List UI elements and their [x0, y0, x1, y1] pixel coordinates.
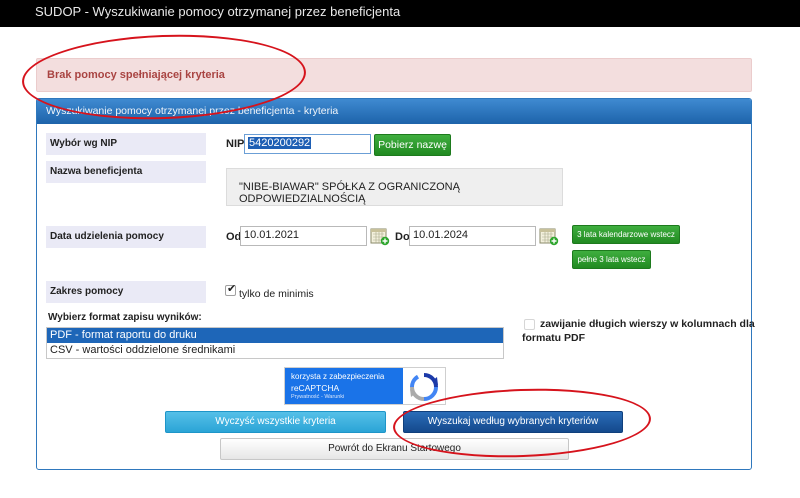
clear-criteria-button[interactable]: Wyczyść wszystkie kryteria [165, 411, 386, 433]
nip-input[interactable]: 5420200292 [244, 134, 371, 154]
alert-message: Brak pomocy spełniającej kryteria [47, 69, 225, 81]
date-from-value: 10.01.2021 [244, 229, 300, 241]
de-minimis-label: tylko de minimis [239, 288, 314, 300]
no-results-alert: Brak pomocy spełniającej kryteria [36, 58, 752, 92]
page-title: SUDOP - Wyszukiwanie pomocy otrzymanej p… [35, 4, 401, 19]
recaptcha-line3[interactable]: Prywatność - Warunki [291, 394, 344, 400]
nip-value: 5420200292 [248, 137, 312, 149]
date-from-input[interactable]: 10.01.2021 [240, 226, 367, 246]
beneficiary-label: Nazwa beneficjenta [50, 166, 143, 177]
calendar-to-icon[interactable] [539, 226, 559, 246]
checkmark-icon: ✔ [227, 283, 237, 295]
panel-header-title: Wyszukiwanie pomocy otrzymanej przez ben… [46, 105, 339, 117]
scope-label-box: Zakres pomocy [46, 281, 206, 303]
beneficiary-name-value: "NIBE-BIAWAR" SPÓŁKA Z OGRANICZONĄ ODPOW… [239, 181, 460, 205]
fetch-name-button[interactable]: Pobierz nazwę [374, 134, 451, 156]
recaptcha-text-area: korzysta z zabezpieczenia reCAPTCHA Pryw… [285, 368, 403, 404]
panel-header: Wyszukiwanie pomocy otrzymanej przez ben… [37, 99, 751, 124]
date-label-box: Data udzielenia pomocy [46, 226, 206, 248]
date-to-input[interactable]: 10.01.2024 [409, 226, 536, 246]
back-to-start-button[interactable]: Powrót do Ekranu Startowego [220, 438, 569, 460]
format-section-label: Wybierz format zapisu wyników: [48, 312, 202, 323]
recaptcha-badge[interactable]: korzysta z zabezpieczenia reCAPTCHA Pryw… [284, 367, 446, 405]
nip-field-label: NIP [226, 138, 245, 150]
recaptcha-logo-icon [409, 373, 438, 401]
de-minimis-checkbox[interactable]: ✔ [225, 283, 237, 296]
format-option-csv[interactable]: CSV - wartości oddzielone średnikami [47, 343, 503, 358]
wrap-rows-checkbox[interactable] [524, 319, 535, 330]
nip-section-label: Wybór wg NIP [50, 138, 118, 149]
search-button[interactable]: Wyszukaj według wybranych kryteriów [403, 411, 623, 433]
format-listbox[interactable]: PDF - format raportu do druku CSV - wart… [46, 327, 504, 359]
format-option-pdf[interactable]: PDF - format raportu do druku [47, 328, 503, 343]
date-to-value: 10.01.2024 [413, 229, 469, 241]
calendar-years-back-button[interactable]: 3 lata kalendarzowe wstecz [572, 225, 680, 244]
full-years-back-button[interactable]: pełne 3 lata wstecz [572, 250, 651, 269]
date-section-label: Data udzielenia pomocy [50, 231, 164, 242]
wrap-rows-label-line1: zawijanie długich wierszy w kolumnach dl… [540, 318, 755, 330]
beneficiary-label-box: Nazwa beneficjenta [46, 161, 206, 183]
nip-label-box: Wybór wg NIP [46, 133, 206, 155]
calendar-from-icon[interactable] [370, 226, 390, 246]
date-from-label: Od [226, 231, 242, 243]
recaptcha-line1: korzysta z zabezpieczenia [291, 372, 385, 381]
recaptcha-line2: reCAPTCHA [291, 383, 340, 393]
date-to-label: Do [395, 231, 410, 243]
scope-section-label: Zakres pomocy [50, 286, 124, 297]
wrap-rows-label-line2: formatu PDF [522, 332, 585, 344]
beneficiary-name-field: "NIBE-BIAWAR" SPÓŁKA Z OGRANICZONĄ ODPOW… [226, 168, 563, 206]
title-bar: SUDOP - Wyszukiwanie pomocy otrzymanej p… [0, 0, 800, 27]
